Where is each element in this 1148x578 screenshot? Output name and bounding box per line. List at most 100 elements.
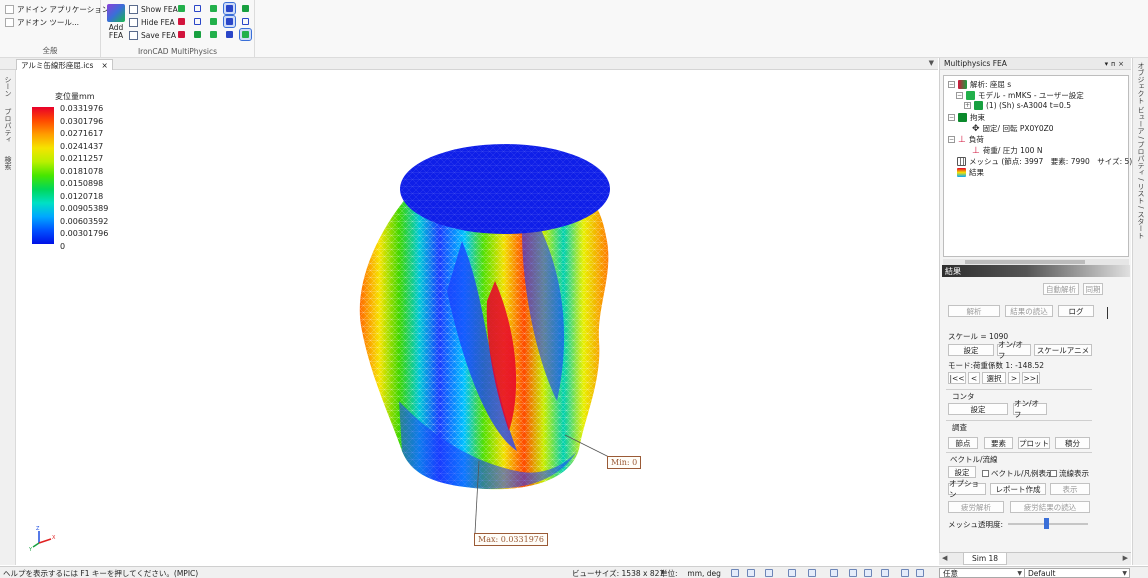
select-cursor-icon[interactable] — [916, 569, 924, 577]
fea-tree: − 解析: 座屈 s − モデル - mMKS - ユーザー設定 + (1) (… — [943, 75, 1148, 257]
auto-analysis-button[interactable]: 自動解析 — [1043, 283, 1079, 295]
scale-anim-button[interactable]: スケールアニメ — [1034, 344, 1092, 356]
search-tab[interactable]: 検索 — [3, 156, 13, 170]
deform-tool-icon[interactable] — [208, 16, 219, 27]
scale-settings-button[interactable]: 設定 — [948, 344, 994, 356]
light-icon[interactable] — [864, 569, 872, 577]
stress-tool-icon[interactable] — [176, 16, 187, 27]
vector-settings-button[interactable]: 設定 — [948, 466, 976, 478]
addin-app-button[interactable]: アドイン アプリケーション... — [5, 3, 116, 15]
grid-active-tool-icon[interactable] — [223, 15, 236, 28]
tab-list-arrow-icon[interactable]: ▼ — [929, 59, 934, 67]
tree-node-analysis[interactable]: − 解析: 座屈 s — [948, 79, 1011, 90]
units-text: 単位: mm, deg — [660, 569, 721, 578]
analyze-button[interactable]: 解析 — [948, 305, 1000, 317]
add-fea-button[interactable]: Add FEA — [106, 4, 126, 40]
min-value-callout[interactable]: Min: 0 — [607, 456, 642, 469]
max-value-callout[interactable]: Max: 0.0331976 — [474, 533, 548, 546]
load-tool-icon[interactable] — [176, 29, 187, 40]
streamline-checkbox[interactable]: 流線表示 — [1050, 468, 1089, 479]
fatigue-load-button[interactable]: 疲労結果の読込 — [1010, 501, 1090, 513]
zoom-out-icon[interactable] — [747, 569, 755, 577]
vector-legend-checkbox[interactable]: ベクトル/凡例表示 — [982, 468, 1054, 479]
expand-icon[interactable]: + — [964, 102, 971, 109]
collapse-icon[interactable]: − — [948, 81, 955, 88]
probe-tool-icon[interactable] — [224, 29, 235, 40]
contour-settings-button[interactable]: 設定 — [948, 403, 1008, 415]
object-viewer-tab[interactable]: オブジェクト ビューア / プロパティ / リスト / スタート — [1136, 62, 1146, 239]
deformed-can-model[interactable] — [17, 71, 937, 565]
view-cube-icon[interactable] — [765, 569, 773, 577]
sync-button[interactable]: 同期 — [1083, 283, 1103, 295]
plot-button[interactable]: プロット — [1018, 437, 1050, 449]
frame-tool-icon[interactable] — [192, 16, 203, 27]
mesh-transparency-slider[interactable] — [1008, 518, 1088, 529]
node-button[interactable]: 節点 — [948, 437, 978, 449]
selection-mode-combo[interactable]: 任意 ▼ — [939, 568, 1025, 578]
cube-solid-tool-icon[interactable] — [240, 3, 251, 14]
section-icon[interactable] — [849, 569, 857, 577]
log-button[interactable]: ログ — [1058, 305, 1094, 317]
zoom-icon[interactable] — [731, 569, 739, 577]
add-fea-icon — [107, 4, 125, 22]
document-tab[interactable]: アルミ缶線形座屈.ics × — [16, 59, 113, 70]
first-mode-button[interactable]: |<< — [948, 372, 966, 384]
scale-on-off-button[interactable]: オン/オフ — [997, 340, 1031, 360]
option-button[interactable]: オプション — [948, 479, 986, 499]
tree-node-mesh[interactable]: メッシュ (節点: 3997 要素: 7990 サイズ: 5) mm — [957, 156, 1148, 167]
collapse-icon[interactable]: − — [956, 92, 963, 99]
orient-icon[interactable] — [830, 569, 838, 577]
vector-legend-check[interactable] — [982, 470, 989, 477]
cube-outline-tool-icon[interactable] — [192, 3, 203, 14]
collapse-icon[interactable]: − — [948, 114, 955, 121]
cube-green-tool-icon[interactable] — [208, 3, 219, 14]
display-button[interactable]: 表示 — [1050, 483, 1090, 495]
tree-node-model[interactable]: − モデル - mMKS - ユーザー設定 — [956, 90, 1084, 101]
close-tab-icon[interactable]: × — [101, 61, 107, 70]
shading-icon[interactable] — [808, 569, 816, 577]
pressure-icon: ⊥ — [972, 145, 980, 156]
tree-node-result[interactable]: 結果 — [957, 167, 984, 178]
animate-active-tool-icon[interactable] — [239, 28, 252, 41]
collapse-icon[interactable]: − — [948, 136, 955, 143]
pan-icon[interactable] — [901, 569, 909, 577]
prev-mode-button[interactable]: < — [968, 372, 980, 384]
tree-node-pressure[interactable]: ⊥ 荷重/ 圧力 100 N — [972, 145, 1042, 156]
scene-browser-tab[interactable]: シーン — [3, 76, 13, 97]
sim-tab[interactable]: Sim 18 — [963, 553, 1008, 565]
streamline-check[interactable] — [1050, 470, 1057, 477]
tree-node-load[interactable]: − ⊥ 負荷 — [948, 134, 984, 145]
report-button[interactable]: レポート作成 — [990, 483, 1046, 495]
3d-viewport[interactable]: 変位量mm 0.0331976 0.0301796 0.0271617 0.02… — [17, 71, 937, 565]
tree-node-material[interactable]: + (1) (Sh) s-A3004 t=0.5 — [964, 101, 1071, 110]
tab-scroll-left-icon[interactable]: ◀ — [942, 554, 947, 562]
tab-scroll-right-icon[interactable]: ▶ — [1123, 554, 1128, 562]
mesh-view-tool-icon[interactable] — [176, 3, 187, 14]
vector-label: ベクトル/流線 — [950, 455, 998, 464]
style-combo[interactable]: Default ▼ — [1024, 568, 1130, 578]
tree-node-constraint[interactable]: − 拘束 — [948, 112, 985, 123]
result-tool-icon[interactable] — [208, 29, 219, 40]
addon-tool-button[interactable]: アドオン ツール... — [5, 16, 79, 28]
properties-tab[interactable]: プロパティ — [3, 108, 13, 143]
show-fea-button[interactable]: Show FEA — [129, 3, 178, 15]
right-side-strip: オブジェクト ビューア / プロパティ / リスト / スタート — [1132, 58, 1148, 565]
contour-on-off-button[interactable]: オン/オフ — [1013, 399, 1047, 419]
display-style-icon[interactable] — [881, 569, 889, 577]
constraint-tool-icon[interactable] — [192, 29, 203, 40]
save-fea-button[interactable]: Save FEA — [129, 29, 176, 41]
hide-fea-button[interactable]: Hide FEA — [129, 16, 175, 28]
render-mode-icon[interactable] — [788, 569, 796, 577]
panel-close-icon[interactable]: × — [1118, 60, 1127, 68]
slider-thumb[interactable] — [1044, 518, 1049, 529]
load-results-button[interactable]: 結果の読込 — [1005, 305, 1053, 317]
select-mode-button[interactable]: 選択 — [982, 372, 1006, 384]
integral-button[interactable]: 積分 — [1055, 437, 1090, 449]
window-tool-icon[interactable] — [240, 16, 251, 27]
next-mode-button[interactable]: > — [1008, 372, 1020, 384]
cube-active-tool-icon[interactable] — [223, 2, 236, 15]
fatigue-analysis-button[interactable]: 疲労解析 — [948, 501, 1004, 513]
element-button[interactable]: 要素 — [984, 437, 1013, 449]
tree-node-fixed[interactable]: ✥ 固定/ 回転 PX0Y0Z0 — [972, 123, 1054, 134]
last-mode-button[interactable]: >>| — [1022, 372, 1040, 384]
